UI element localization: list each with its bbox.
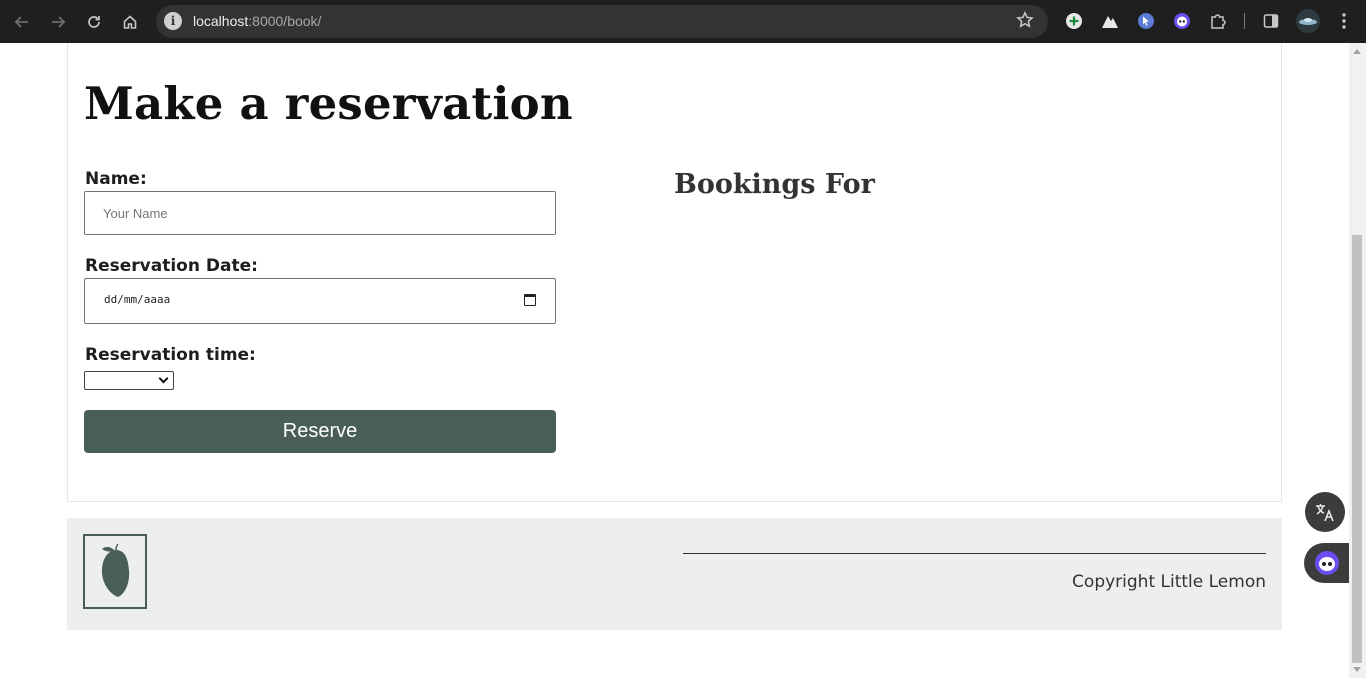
date-input[interactable]: dd/mm/aaaa <box>84 278 556 324</box>
arrow-left-icon <box>14 16 28 28</box>
bot-icon[interactable] <box>1171 10 1193 32</box>
scroll-down-icon[interactable] <box>1353 667 1361 672</box>
toolbar-separator <box>1244 13 1245 29</box>
url-host: localhost <box>193 13 249 29</box>
scrollbar-thumb[interactable] <box>1352 235 1362 663</box>
reload-icon <box>88 16 100 28</box>
forward-button[interactable] <box>44 8 72 36</box>
translate-icon <box>1316 504 1334 522</box>
cursor-icon[interactable] <box>1135 10 1157 32</box>
calendar-icon[interactable] <box>524 294 536 306</box>
reload-button[interactable] <box>80 8 108 36</box>
footer-logo[interactable] <box>83 534 147 609</box>
plus-circle-icon[interactable] <box>1063 10 1085 32</box>
time-select[interactable] <box>84 371 174 390</box>
translate-widget-button[interactable] <box>1305 492 1345 532</box>
name-label: Name: <box>85 169 147 189</box>
back-button[interactable] <box>8 8 36 36</box>
profile-avatar[interactable] <box>1296 9 1320 33</box>
copyright-text: Copyright Little Lemon <box>1072 572 1266 592</box>
address-bar[interactable]: i localhost:8000/book/ <box>156 5 1048 38</box>
scroll-up-icon[interactable] <box>1353 49 1361 54</box>
site-footer: Copyright Little Lemon <box>67 518 1282 630</box>
browser-toolbar: i localhost:8000/book/ <box>0 0 1366 43</box>
home-icon <box>123 15 137 29</box>
lemon-icon <box>102 543 130 597</box>
reservation-card: Make a reservation Name: Your Name Reser… <box>67 43 1282 502</box>
url-text[interactable]: localhost:8000/book/ <box>193 13 321 29</box>
date-placeholder: dd/mm/aaaa <box>104 293 171 306</box>
kebab-menu-icon[interactable] <box>1333 10 1355 32</box>
name-input[interactable]: Your Name <box>84 191 556 235</box>
footer-divider <box>683 553 1266 554</box>
puzzle-icon[interactable] <box>1207 10 1229 32</box>
arrow-right-icon <box>52 16 66 28</box>
name-placeholder: Your Name <box>103 206 168 221</box>
info-icon[interactable]: i <box>164 12 182 30</box>
reserve-button[interactable]: Reserve <box>84 410 556 453</box>
assistant-widget-button[interactable] <box>1304 543 1350 583</box>
side-panel-icon[interactable] <box>1260 10 1282 32</box>
bot-icon <box>1315 551 1339 575</box>
time-label: Reservation time: <box>85 345 256 365</box>
star-icon[interactable] <box>1016 10 1034 34</box>
mountain-icon[interactable] <box>1099 10 1121 32</box>
page-title: Make a reservation <box>84 77 573 130</box>
url-path: :8000/book/ <box>248 13 322 29</box>
bookings-title: Bookings For <box>674 169 875 200</box>
home-button[interactable] <box>116 8 144 36</box>
date-label: Reservation Date: <box>85 256 258 276</box>
page-scrollbar[interactable] <box>1349 43 1366 678</box>
chevron-down-icon <box>158 373 169 384</box>
